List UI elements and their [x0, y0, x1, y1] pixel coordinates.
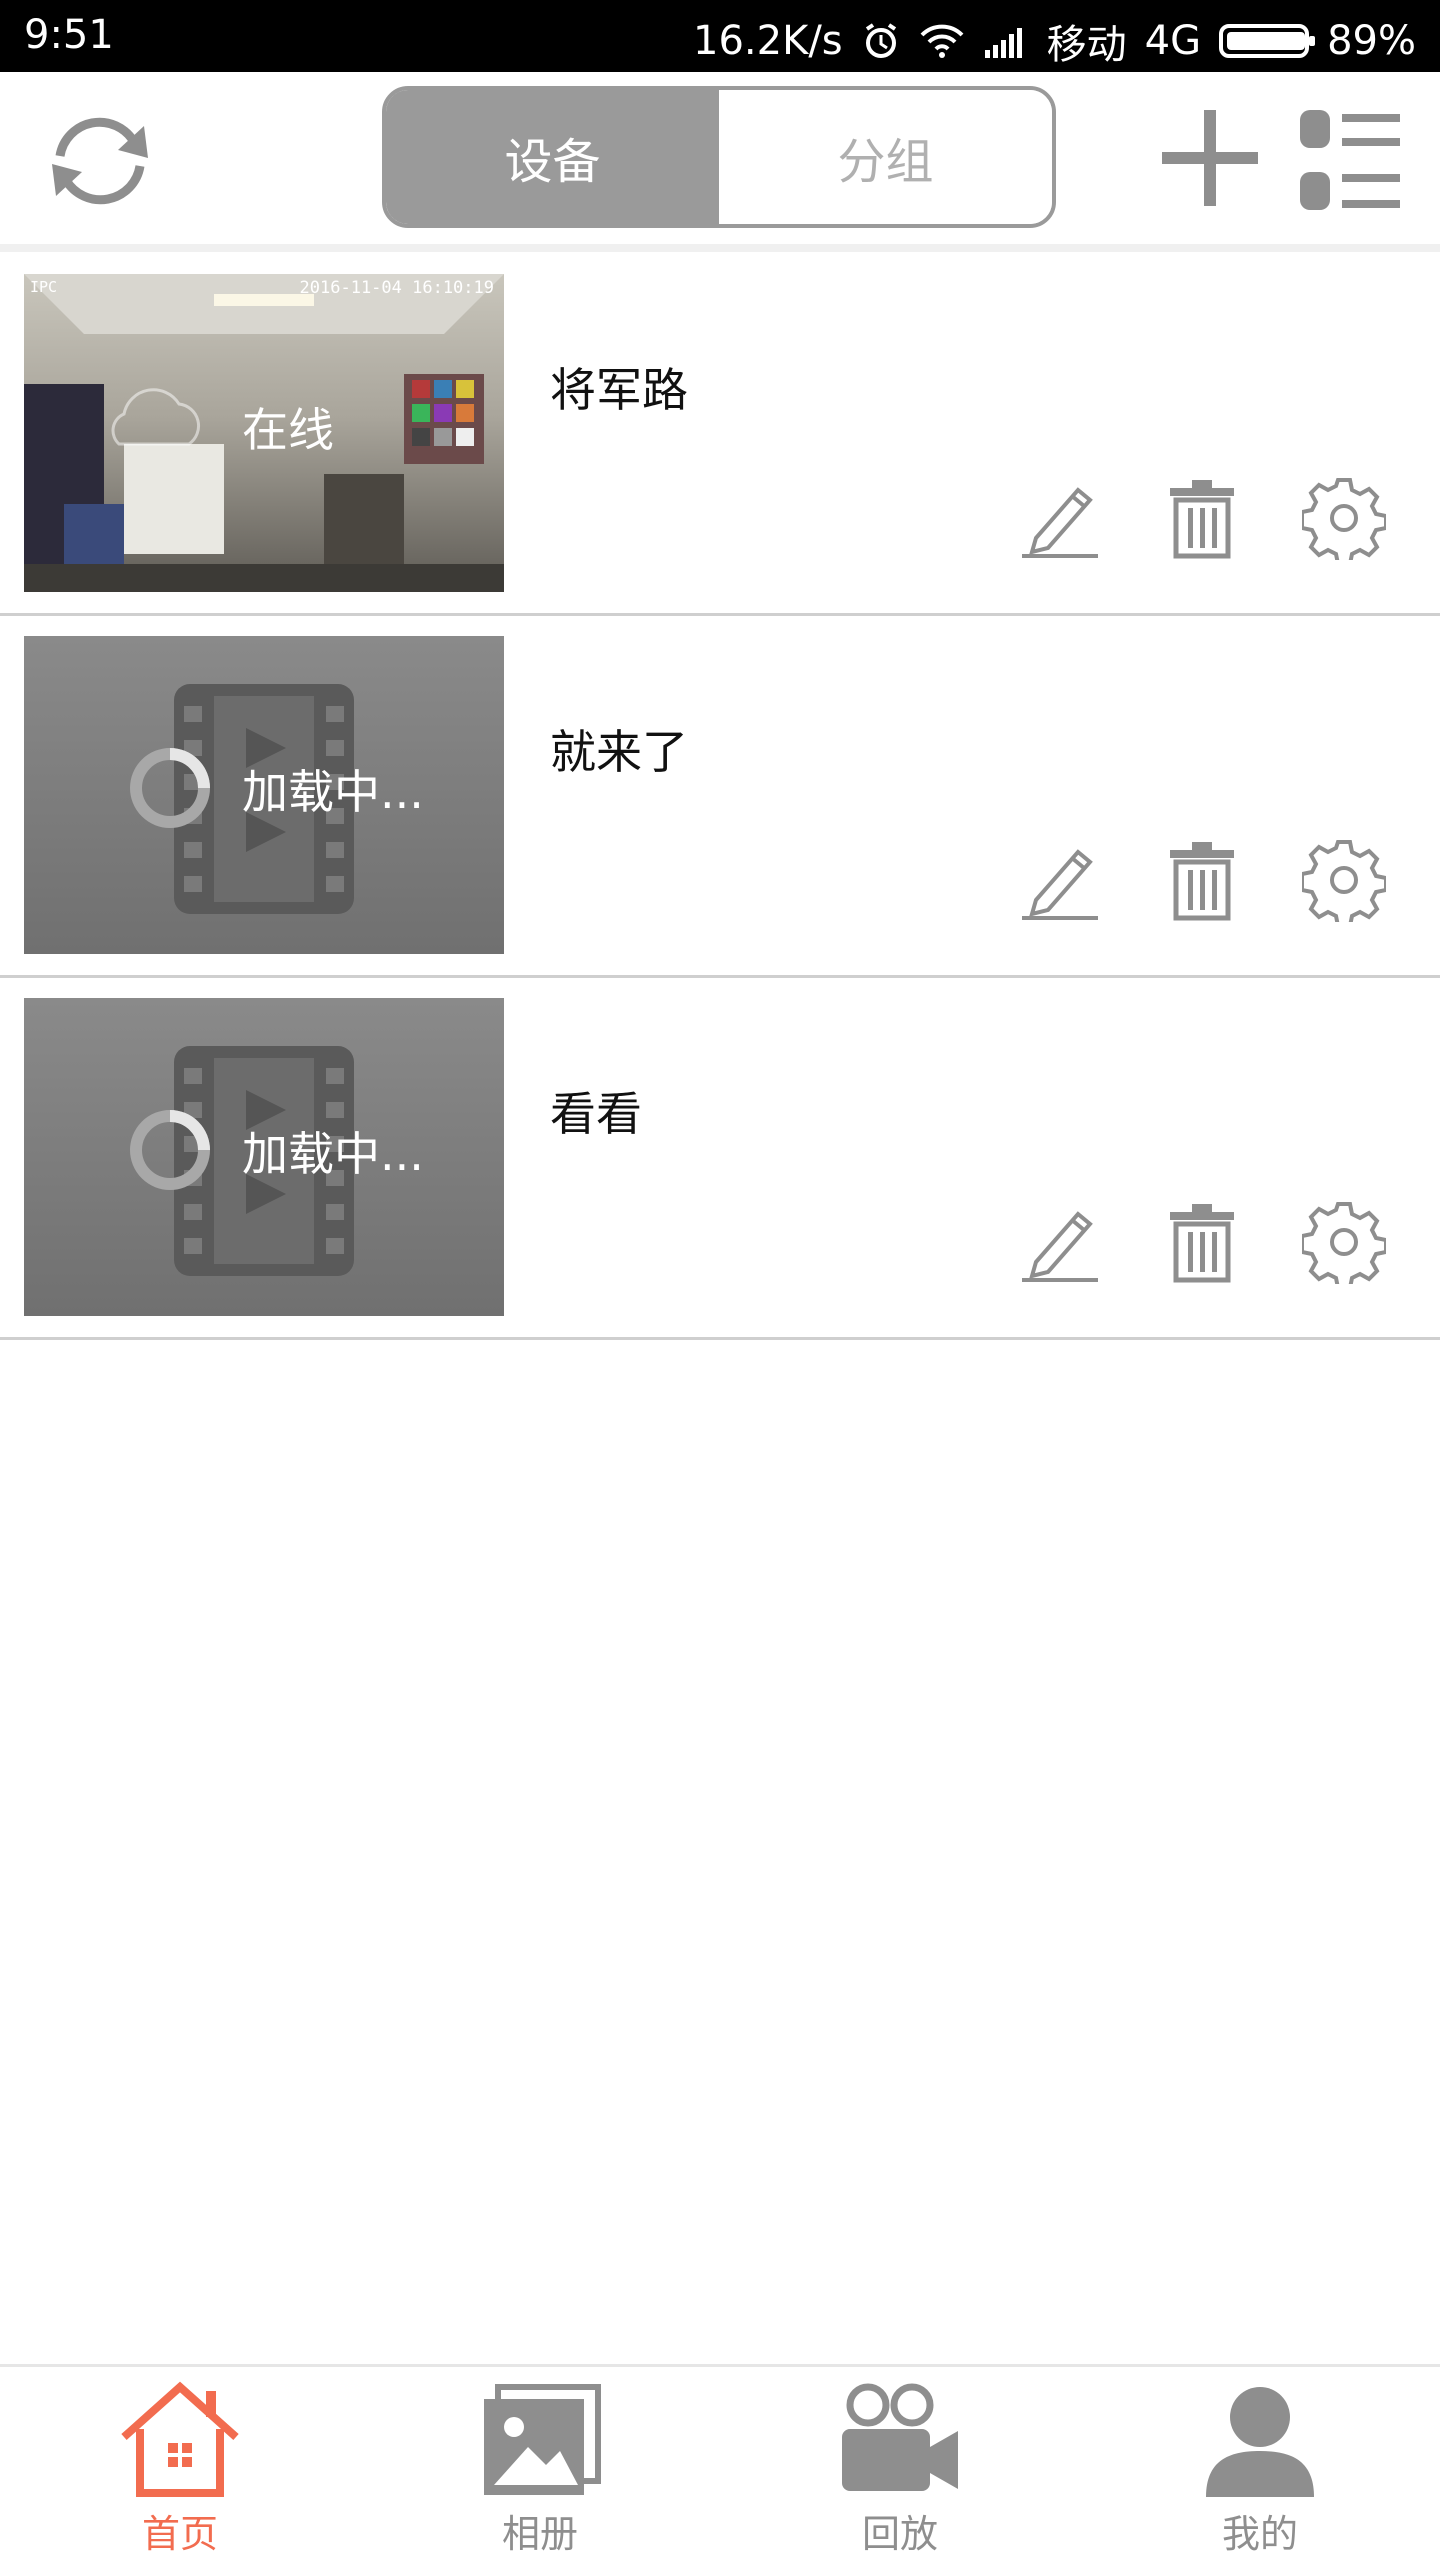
camera-tag: IPC	[30, 278, 58, 296]
bottom-nav: 首页 相册 回放 我的	[0, 2364, 1440, 2560]
device-group-segment: 设备 分组	[382, 86, 1056, 228]
device-row[interactable]: 加载中... 看看	[0, 978, 1440, 1340]
device-preview[interactable]: 加载中...	[24, 998, 504, 1316]
refresh-button[interactable]	[38, 106, 162, 216]
nav-item-profile[interactable]: 我的	[1160, 2367, 1360, 2560]
delete-trash-icon[interactable]	[1160, 1200, 1244, 1284]
nav-item-album[interactable]: 相册	[440, 2367, 640, 2560]
loading-status: 加载中...	[242, 765, 424, 819]
top-toolbar: 设备 分组	[0, 72, 1440, 248]
video-camera-icon	[842, 2383, 958, 2491]
nav-item-playback[interactable]: 回放	[800, 2367, 1000, 2560]
device-name: 将军路	[550, 363, 688, 417]
camera-timestamp: 2016-11-04 16:10:19	[299, 278, 494, 298]
status-bar: 9:51 16.2K/s 移动 4G 89%	[0, 0, 1440, 72]
carrier-label: 移动	[1046, 22, 1127, 68]
person-icon	[1206, 2387, 1314, 2497]
device-name: 看看	[550, 1087, 642, 1141]
online-status: 在线	[242, 403, 334, 457]
nav-label-home: 首页	[141, 2512, 218, 2556]
settings-gear-icon[interactable]	[1302, 1200, 1386, 1284]
add-device-button[interactable]	[1158, 106, 1262, 210]
status-right: 16.2K/s 移动 4G 89%	[693, 12, 1416, 70]
edit-pencil-icon[interactable]	[1018, 1200, 1102, 1284]
settings-gear-icon[interactable]	[1302, 476, 1386, 560]
device-preview[interactable]: IPC 2016-11-04 16:10:19 在线	[24, 274, 504, 592]
device-actions	[1018, 476, 1386, 560]
alarm-icon	[861, 21, 901, 61]
delete-trash-icon[interactable]	[1160, 838, 1244, 922]
tab-groups[interactable]: 分组	[719, 90, 1052, 224]
edit-pencil-icon[interactable]	[1018, 838, 1102, 922]
device-row[interactable]: 加载中... 就来了	[0, 616, 1440, 978]
toolbar-divider	[0, 244, 1440, 252]
battery-percent: 89%	[1327, 18, 1416, 64]
refresh-icon	[52, 117, 148, 205]
list-icon	[1300, 110, 1400, 210]
tab-devices[interactable]: 设备	[386, 90, 719, 224]
edit-pencil-icon[interactable]	[1018, 476, 1102, 560]
home-icon	[121, 2381, 239, 2497]
wifi-icon	[919, 23, 965, 59]
device-actions	[1018, 1200, 1386, 1284]
network-type: 4G	[1144, 18, 1202, 64]
device-actions	[1018, 838, 1386, 922]
nav-item-home[interactable]: 首页	[80, 2367, 280, 2560]
signal-icon	[983, 24, 1029, 58]
settings-gear-icon[interactable]	[1302, 838, 1386, 922]
device-preview[interactable]: 加载中...	[24, 636, 504, 954]
delete-trash-icon[interactable]	[1160, 476, 1244, 560]
net-speed: 16.2K/s	[693, 18, 843, 64]
album-icon	[484, 2384, 601, 2495]
device-name: 就来了	[550, 725, 688, 779]
plus-icon	[1162, 110, 1258, 206]
device-row[interactable]: IPC 2016-11-04 16:10:19 在线 将军路	[0, 254, 1440, 616]
nav-label-album: 相册	[501, 2512, 578, 2556]
list-view-button[interactable]	[1298, 108, 1402, 212]
battery-icon	[1219, 24, 1316, 58]
nav-label-playback: 回放	[861, 2512, 938, 2556]
nav-label-profile: 我的	[1221, 2512, 1298, 2556]
status-time: 9:51	[24, 12, 114, 58]
loading-status: 加载中...	[242, 1127, 424, 1181]
